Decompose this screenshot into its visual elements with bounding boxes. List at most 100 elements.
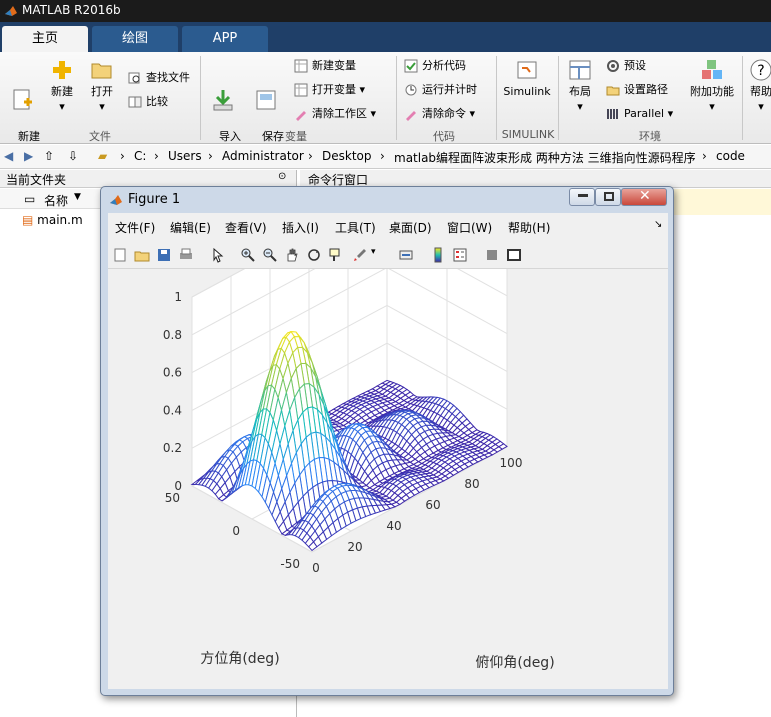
layout-button[interactable]: 布局 ▾ (562, 58, 598, 114)
clear-workspace-label: 清除工作区 (312, 107, 367, 120)
path-segment-code[interactable]: code (716, 149, 745, 163)
menu-help[interactable]: 帮助(H) (508, 219, 550, 236)
new-variable-icon (294, 59, 308, 73)
zoom-out-icon[interactable] (262, 247, 278, 263)
open-variable-icon (294, 83, 308, 97)
path-segment-administrator[interactable]: Administrator (222, 149, 304, 163)
group-label-file: 文件 (89, 130, 111, 143)
open-variable-button[interactable]: 打开变量 ▾ (294, 80, 365, 100)
menu-tools[interactable]: 工具(T) (335, 219, 376, 236)
open-variable-label: 打开变量 (312, 83, 356, 96)
minimize-button[interactable] (569, 188, 595, 206)
y-axis-label: 方位角(deg) (200, 651, 279, 667)
menu-view[interactable]: 查看(V) (225, 219, 267, 236)
path-segment-users[interactable]: Users (168, 149, 202, 163)
y-tick-label: 0 (232, 524, 240, 538)
tab-plots[interactable]: 绘图 (92, 26, 178, 52)
help-label: 帮助 (750, 85, 771, 98)
link-plot-icon[interactable] (398, 247, 414, 263)
print-icon[interactable] (178, 247, 194, 263)
hide-tools-icon[interactable] (484, 247, 500, 263)
ribbon-divider (396, 56, 397, 140)
file-item-main[interactable]: ▤ main.m (22, 213, 83, 227)
clear-workspace-button[interactable]: 清除工作区 ▾ (294, 104, 376, 124)
add-ons-label: 附加功能 (690, 85, 734, 98)
figure-window[interactable]: Figure 1 ✕ 文件(F) 编辑(E) 查看(V) 插入(I) 工具(T)… (100, 186, 674, 696)
path-segment-desktop[interactable]: Desktop (322, 149, 372, 163)
new-variable-button[interactable]: 新建变量 (294, 56, 356, 76)
run-and-time-button[interactable]: 运行并计时 (404, 80, 477, 100)
figure-title: Figure 1 (128, 192, 181, 207)
clear-commands-icon (406, 111, 416, 121)
open-file-icon[interactable] (134, 247, 150, 263)
tab-apps[interactable]: APP (182, 26, 268, 52)
find-files-icon (128, 72, 140, 84)
simulink-label: Simulink (503, 85, 551, 98)
parallel-button[interactable]: Parallel ▾ (606, 104, 673, 124)
set-path-icon (606, 86, 620, 96)
path-separator-icon: › (380, 149, 385, 163)
parallel-label: Parallel (624, 107, 665, 120)
menu-insert[interactable]: 插入(I) (282, 219, 319, 236)
toolstrip-ribbon: 新建 脚本 新建▾ 打开▾ 查找文件 比较 导入 数据 保存 工作区 新建变量 … (0, 52, 771, 158)
add-ons-button[interactable]: 附加功能 ▾ (686, 58, 738, 114)
menu-edit[interactable]: 编辑(E) (170, 219, 211, 236)
zoom-in-icon[interactable] (240, 247, 256, 263)
name-column-header[interactable]: 名称 (44, 192, 68, 209)
current-folder-title: 当前文件夹 (6, 173, 67, 187)
layout-label: 布局 (569, 85, 591, 98)
y-tick-label: -50 (280, 557, 300, 571)
new-button[interactable]: 新建 ▾ (44, 58, 80, 114)
close-button[interactable]: ✕ (621, 188, 667, 206)
forward-arrow-icon[interactable]: ▶ (24, 149, 33, 163)
add-ons-icon (702, 60, 722, 79)
preferences-button[interactable]: 预设 (606, 56, 646, 76)
sort-down-icon[interactable]: ▼ (74, 192, 81, 202)
colorbar-icon[interactable] (430, 247, 446, 263)
run-and-time-icon (405, 84, 417, 96)
show-tools-icon[interactable] (506, 247, 522, 263)
path-separator-icon: › (702, 149, 707, 163)
up-folder-icon[interactable]: ⇧ (44, 149, 54, 163)
menu-window[interactable]: 窗口(W) (447, 219, 492, 236)
new-figure-icon[interactable] (112, 247, 128, 263)
group-label-environment: 环境 (639, 130, 661, 143)
path-segment-drive[interactable]: C: (134, 149, 146, 163)
x-tick-label: 40 (386, 519, 401, 533)
maximize-button[interactable] (595, 188, 621, 206)
help-button[interactable]: ? 帮助 ▾ (746, 58, 771, 114)
path-segment-project[interactable]: matlab编程面阵波束形成 两种方法 三维指向性源码程序 (394, 149, 696, 166)
save-workspace-icon (256, 90, 276, 110)
find-files-button[interactable]: 查找文件 (128, 68, 190, 88)
set-path-button[interactable]: 设置路径 (606, 80, 668, 100)
compare-button[interactable]: 比较 (128, 92, 168, 112)
data-cursor-icon[interactable] (328, 247, 344, 263)
app-title-bar: MATLAB R2016b (0, 0, 771, 22)
back-arrow-icon[interactable]: ◀ (4, 149, 13, 163)
file-name: main.m (37, 213, 83, 227)
brush-dropdown-icon[interactable]: ▾ (371, 247, 376, 257)
panel-menu-icon[interactable]: ⊙ (278, 171, 286, 182)
rotate-3d-icon[interactable] (306, 247, 322, 263)
folder-open-icon (91, 63, 112, 79)
x-tick-label: 20 (347, 540, 362, 554)
menu-file[interactable]: 文件(F) (115, 219, 155, 236)
simulink-icon (517, 61, 537, 79)
clear-commands-button[interactable]: 清除命令 ▾ (404, 104, 475, 124)
dock-arrow-icon[interactable]: ↘ (654, 219, 662, 230)
ribbon-divider (200, 56, 201, 140)
x-axis-label: 俯仰角(deg) (475, 655, 554, 671)
brush-icon[interactable] (352, 247, 368, 263)
legend-icon[interactable] (452, 247, 468, 263)
simulink-button[interactable]: Simulink (500, 58, 554, 99)
save-icon[interactable] (156, 247, 172, 263)
plot-area[interactable]: 0 0.2 0.4 0.6 0.8 1 0 20 40 60 80 100 -50 0 50 俯仰角(deg… (108, 191, 668, 689)
open-button[interactable]: 打开 ▾ (84, 58, 120, 114)
analyze-code-button[interactable]: 分析代码 (404, 56, 466, 76)
pointer-icon[interactable] (210, 247, 226, 263)
pan-hand-icon[interactable] (284, 247, 300, 263)
new-script-icon (13, 89, 32, 110)
tab-home[interactable]: 主页 (2, 26, 88, 52)
browse-folder-icon[interactable]: ⇩ (68, 149, 78, 163)
menu-desktop[interactable]: 桌面(D) (389, 219, 432, 236)
